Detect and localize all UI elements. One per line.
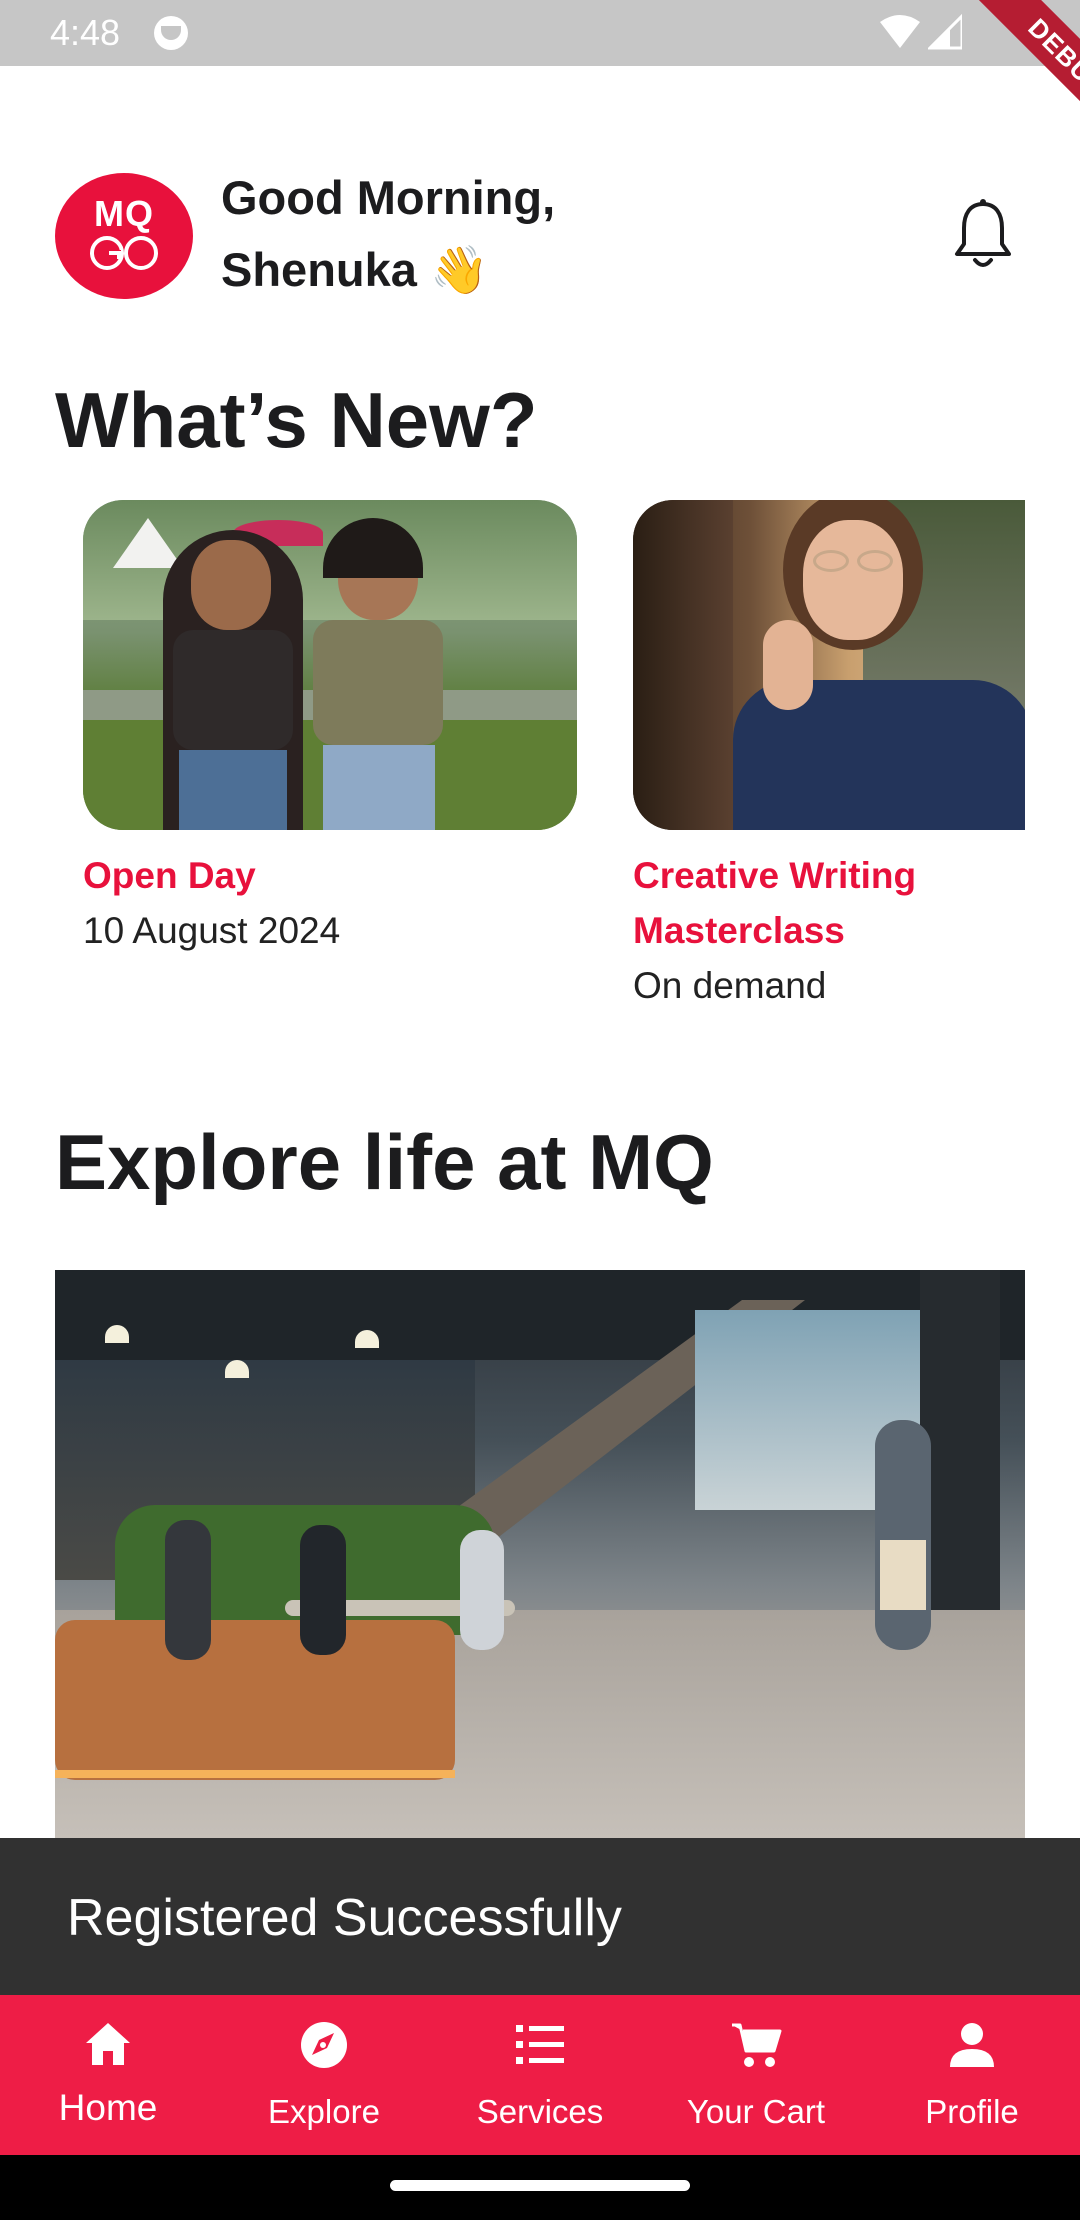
creative-writing-image [633,500,1025,830]
card-title: Creative Writing Masterclass [633,855,917,951]
list-icon [516,2025,564,2064]
greeting-line-1: Good Morning, [221,171,556,224]
nav-label: Your Cart [686,2093,826,2130]
cart-icon [732,2023,782,2067]
nav-item-explore[interactable]: Explore [216,1995,432,2155]
snackbar-message: Registered Successfully [67,1889,622,1947]
notification-bell-icon[interactable] [952,198,1014,274]
nav-item-your-cart[interactable]: Your Cart [648,1995,864,2155]
explore-heading: Explore life at MQ [55,1118,714,1206]
whats-new-heading: What’s New? [55,376,538,464]
person-icon [950,2023,994,2067]
snackbar: Registered Successfully [0,1838,1080,1995]
notification-face-icon [154,16,188,50]
compass-icon [301,2022,347,2068]
status-time: 4:48 [50,12,121,53]
nav-label: Home [58,2087,158,2128]
nav-item-profile[interactable]: Profile [864,1995,1080,2155]
logo-text: MQ [94,193,154,234]
nav-label: Services [476,2093,604,2130]
nav-label: Explore [268,2093,380,2130]
card-subtitle: On demand [633,965,827,1006]
news-card-open-day[interactable]: Open Day 10 August 2024 [83,500,577,958]
debug-banner: DEBUG [910,0,1080,170]
open-day-image [83,500,577,830]
nav-item-home[interactable]: Home [0,1995,216,2155]
mq-go-logo: MQ [55,173,193,299]
bottom-navigation: Home Explore Services Your Cart Profile [0,1995,1080,2155]
campus-hub-image[interactable] [55,1270,1025,1840]
debug-label: DEBUG [967,0,1080,159]
home-gesture-handle[interactable] [390,2180,690,2191]
system-navigation-bar [0,2155,1080,2220]
nav-item-services[interactable]: Services [432,1995,648,2155]
news-card-creative-writing[interactable]: Creative Writing Masterclass On demand [633,500,1025,1013]
greeting-line-2: Shenuka 👋 [221,243,489,296]
nav-label: Profile [925,2093,1019,2130]
card-subtitle: 10 August 2024 [83,910,341,951]
card-title: Open Day [83,855,256,896]
home-icon [86,2023,130,2065]
go-mark-icon [90,236,158,270]
